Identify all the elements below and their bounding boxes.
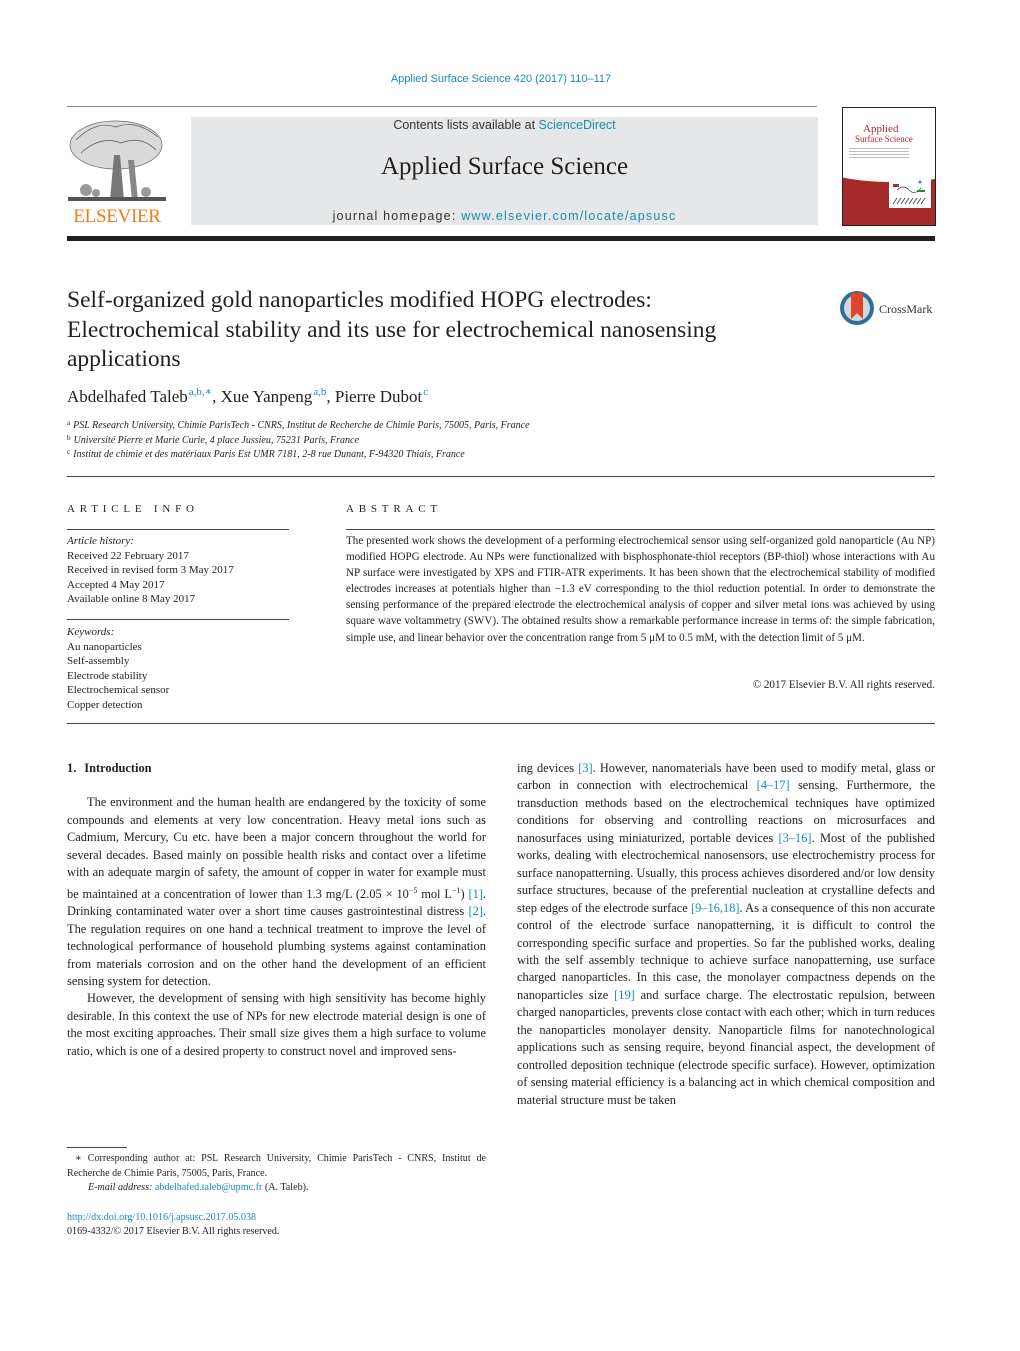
abstract-heading: ABSTRACT bbox=[346, 503, 442, 515]
history-label: Article history: bbox=[67, 535, 134, 547]
affiliation: c Institut de chimie et des matériaux Par… bbox=[67, 448, 465, 460]
author-name[interactable]: Xue Yanpeng bbox=[221, 387, 313, 406]
affiliation-text: Institut de chimie et des matériaux Pari… bbox=[73, 449, 465, 460]
keyword-item: Self-assembly bbox=[67, 655, 130, 667]
title-line: Electrochemical stability and its use fo… bbox=[67, 316, 717, 343]
body-column-right: ing devices [3]. However, nanomaterials … bbox=[517, 760, 935, 1109]
cover-subtitle-lines bbox=[849, 148, 909, 158]
keyword-item: Copper detection bbox=[67, 698, 143, 711]
reference-link[interactable]: [3] bbox=[578, 761, 592, 775]
history-item: Available online 8 May 2017 bbox=[67, 593, 196, 605]
body-paragraph: The environment and the human health are… bbox=[67, 794, 486, 990]
abstract-text: The presented work shows the development… bbox=[346, 535, 935, 644]
homepage-prefix: journal homepage: bbox=[332, 209, 462, 223]
history-item: Accepted 4 May 2017 bbox=[67, 578, 165, 591]
text-run: and surface charge. The electrostatic re… bbox=[517, 987, 935, 1107]
email-link[interactable]: abdelhafed.taleb@upmc.fr bbox=[155, 1182, 262, 1193]
journal-citation[interactable]: Applied Surface Science 420 (2017) 110–1… bbox=[0, 73, 1002, 85]
section-title: Introduction bbox=[84, 761, 152, 775]
article-info-heading: ARTICLE INFO bbox=[67, 503, 199, 515]
title-line: applications bbox=[67, 346, 181, 372]
affiliation-text: Université Pierre et Marie Curie, 4 plac… bbox=[73, 435, 359, 446]
affiliation-text: PSL Research University, Chimie ParisTec… bbox=[73, 420, 530, 431]
crossmark-button[interactable]: CrossMark bbox=[840, 290, 940, 330]
text-run: . As a consequence of this non accurate … bbox=[517, 900, 935, 1002]
section-divider bbox=[67, 476, 935, 477]
author-affiliation-marks[interactable]: c bbox=[423, 386, 428, 398]
email-suffix: (A. Taleb). bbox=[262, 1182, 309, 1194]
journal-homepage: journal homepage: www.elsevier.com/locat… bbox=[191, 209, 818, 223]
keyword-item: Electrode stability bbox=[67, 669, 148, 682]
abstract-rule bbox=[346, 529, 935, 530]
history-item: Received 22 February 2017 bbox=[67, 549, 189, 562]
homepage-link[interactable]: www.elsevier.com/locate/apsusc bbox=[461, 209, 676, 223]
footnote-text: ∗ Corresponding author at: PSL Research … bbox=[67, 1152, 486, 1181]
article-info-rule bbox=[67, 529, 289, 530]
history-item: Received in revised form 3 May 2017 bbox=[67, 564, 234, 576]
reference-link[interactable]: [1] bbox=[468, 887, 482, 901]
affiliation-mark: b bbox=[67, 434, 71, 442]
keywords: Keywords: Au nanoparticles Self-assembly… bbox=[67, 625, 289, 712]
cover-title: Applied Surface Science bbox=[855, 123, 913, 145]
keywords-label: Keywords: bbox=[67, 626, 115, 638]
doi-link[interactable]: http://dx.doi.org/10.1016/j.apsusc.2017.… bbox=[67, 1212, 256, 1223]
body-column-left: 1. Introduction The environment and the h… bbox=[67, 760, 486, 1060]
affiliation: a PSL Research University, Chimie ParisTe… bbox=[67, 419, 530, 431]
body-paragraph: However, the development of sensing with… bbox=[67, 991, 486, 1058]
header-rule bbox=[67, 106, 817, 107]
issn-copyright: 0169-4332/© 2017 Elsevier B.V. All right… bbox=[67, 1226, 280, 1237]
cover-title-line2: Surface Science bbox=[855, 134, 913, 144]
journal-title: Applied Surface Science bbox=[380, 153, 629, 180]
title-line: Self-organized gold nanoparticles modifi… bbox=[67, 287, 652, 313]
elsevier-wordmark: ELSEVIER bbox=[73, 206, 161, 227]
email-label: E-mail address: bbox=[88, 1182, 155, 1194]
contents-availability: Contents lists available at ScienceDirec… bbox=[191, 118, 818, 132]
text-run: The environment and the human health are… bbox=[67, 795, 486, 901]
header-thick-rule bbox=[67, 236, 935, 241]
cover-graphic-icon bbox=[889, 178, 931, 208]
author-separator: , bbox=[212, 387, 221, 406]
affiliation: b Université Pierre et Marie Curie, 4 pla… bbox=[67, 434, 359, 446]
reference-link[interactable]: [3–16] bbox=[779, 831, 812, 845]
author-affiliation-marks[interactable]: a,b bbox=[313, 386, 326, 398]
section-number: 1. bbox=[67, 761, 77, 775]
body-paragraph: ing devices [3]. However, nanomaterials … bbox=[517, 760, 935, 1109]
footnote-star: ∗ bbox=[75, 1153, 82, 1164]
contents-prefix: Contents lists available at bbox=[393, 118, 539, 132]
section-divider bbox=[67, 723, 935, 724]
text-run: ing devices bbox=[517, 761, 579, 775]
author-list: Abdelhafed Taleba,b,∗, Xue Yanpenga,b, P… bbox=[67, 385, 428, 407]
journal-cover-thumbnail[interactable]: Applied Surface Science bbox=[842, 107, 936, 226]
article-info-rule bbox=[67, 619, 289, 620]
article-history: Article history: Received 22 February 20… bbox=[67, 534, 289, 607]
footnote-body: Corresponding author at: PSL Research Un… bbox=[67, 1153, 486, 1179]
affiliation-mark: a bbox=[67, 419, 71, 427]
affiliation-mark: c bbox=[67, 448, 71, 456]
reference-link[interactable]: [19] bbox=[614, 988, 635, 1002]
author-name[interactable]: Abdelhafed Taleb bbox=[67, 387, 188, 406]
cover-title-line1: Applied bbox=[863, 123, 899, 135]
author-separator: , bbox=[326, 387, 335, 406]
crossmark-label: CrossMark bbox=[879, 302, 933, 316]
keyword-item: Au nanoparticles bbox=[67, 640, 142, 653]
reference-link[interactable]: [2] bbox=[468, 904, 482, 918]
reference-link[interactable]: [4–17] bbox=[757, 778, 790, 792]
sciencedirect-link[interactable]: ScienceDirect bbox=[539, 118, 616, 132]
abstract-copyright: © 2017 Elsevier B.V. All rights reserved… bbox=[752, 679, 935, 691]
reference-link[interactable]: [9–16,18] bbox=[691, 901, 740, 915]
text-run: mol L bbox=[417, 886, 452, 901]
corresponding-author-footnote: ∗ Corresponding author at: PSL Research … bbox=[67, 1152, 486, 1196]
author-affiliation-marks[interactable]: a,b,∗ bbox=[189, 386, 212, 398]
author-name[interactable]: Pierre Dubot bbox=[335, 387, 422, 406]
paper-title: Self-organized gold nanoparticles modifi… bbox=[67, 286, 827, 375]
section-heading: 1. Introduction bbox=[67, 760, 486, 777]
keyword-item: Electrochemical sensor bbox=[67, 684, 170, 696]
email-line: E-mail address: abdelhafed.taleb@upmc.fr… bbox=[67, 1181, 486, 1196]
footnote-rule bbox=[67, 1147, 127, 1148]
